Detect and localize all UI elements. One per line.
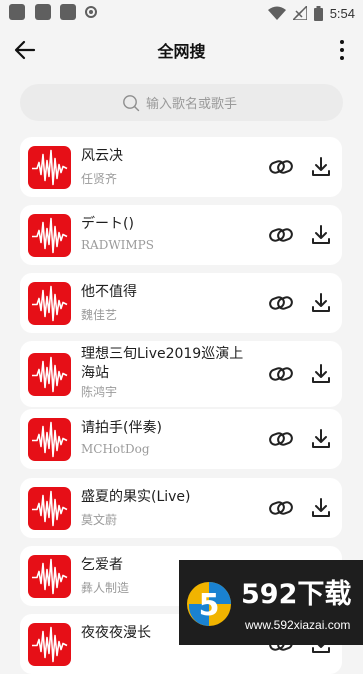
download-icon	[312, 293, 330, 312]
song-title: 理想三旬Live2019巡演上海站	[81, 346, 244, 381]
song-cover-icon	[28, 282, 71, 325]
link-icon	[269, 228, 293, 242]
copy-link-button[interactable]	[268, 156, 294, 178]
song-artist: 陈鸿宇	[81, 385, 118, 399]
battery-icon	[313, 5, 323, 21]
song-artist: 彝人制造	[81, 581, 130, 595]
download-button[interactable]	[310, 156, 332, 178]
link-icon	[269, 432, 293, 446]
search-bar[interactable]: 输入歌名或歌手	[20, 84, 343, 121]
download-button[interactable]	[310, 363, 332, 385]
copy-link-button[interactable]	[268, 224, 294, 246]
copy-link-button[interactable]	[268, 292, 294, 314]
song-artist: 莫文蔚	[81, 513, 118, 527]
watermark-url: www.592xiazai.com	[245, 618, 351, 632]
wifi-icon	[267, 6, 286, 20]
download-button[interactable]	[310, 292, 332, 314]
download-button[interactable]	[310, 497, 332, 519]
download-button[interactable]	[310, 428, 332, 450]
song-list-item[interactable]: デート() RADWIMPS	[20, 205, 342, 265]
download-icon	[312, 364, 330, 383]
copy-link-button[interactable]	[268, 428, 294, 450]
song-title: 风云决	[81, 148, 123, 164]
status-bar: 5:54	[0, 0, 363, 26]
brand-logo-icon: 5	[187, 582, 231, 627]
song-artist: 任贤齐	[81, 172, 118, 186]
song-title: 请拍手(伴奏)	[81, 420, 162, 436]
link-icon	[269, 296, 293, 310]
watermark-brand: 592下载	[241, 579, 352, 610]
song-cover-icon	[28, 214, 71, 257]
app-bar: 全网搜	[0, 26, 363, 74]
song-cover-icon	[28, 487, 71, 530]
download-icon	[312, 429, 330, 448]
song-list-item[interactable]: 盛夏的果实(Live) 莫文蔚	[20, 478, 342, 538]
song-list-item[interactable]: 他不值得 魏佳艺	[20, 273, 342, 333]
link-icon	[269, 501, 293, 515]
song-artist: 魏佳艺	[81, 308, 118, 322]
link-icon	[269, 367, 293, 381]
svg-text:5: 5	[199, 588, 220, 623]
song-artist: MCHotDog	[81, 442, 150, 456]
download-icon	[312, 225, 330, 244]
search-input[interactable]: 输入歌名或歌手	[146, 93, 237, 112]
signal-icon	[292, 6, 307, 20]
more-options-button[interactable]	[337, 38, 347, 62]
download-button[interactable]	[310, 224, 332, 246]
page-title: 全网搜	[157, 42, 206, 61]
song-list-item[interactable]: 风云决 任贤齐	[20, 137, 342, 197]
link-icon	[269, 160, 293, 174]
watermark-logo: 5 592下载 www.592xiazai.com	[179, 560, 363, 645]
song-list-item[interactable]: 理想三旬Live2019巡演上海站陈鸿宇	[20, 341, 342, 407]
record-icon	[85, 6, 97, 18]
song-cover-icon	[28, 418, 71, 461]
song-title: デート()	[81, 216, 134, 232]
song-title: 盛夏的果实(Live)	[81, 489, 191, 505]
download-icon	[312, 157, 330, 176]
song-cover-icon	[28, 353, 71, 396]
more-vert-icon	[340, 40, 344, 44]
notification-icon	[35, 4, 51, 20]
copy-link-button[interactable]	[268, 497, 294, 519]
search-icon	[123, 94, 140, 111]
song-list-item[interactable]: 请拍手(伴奏) MCHotDog	[20, 409, 342, 469]
song-title: 他不值得	[81, 284, 137, 300]
download-icon	[312, 498, 330, 517]
song-artist: RADWIMPS	[81, 238, 154, 252]
song-cover-icon	[28, 555, 71, 598]
copy-link-button[interactable]	[268, 363, 294, 385]
notification-icon	[60, 4, 76, 20]
clock: 5:54	[329, 5, 355, 21]
song-cover-icon	[28, 146, 71, 189]
notification-icon	[9, 4, 25, 20]
